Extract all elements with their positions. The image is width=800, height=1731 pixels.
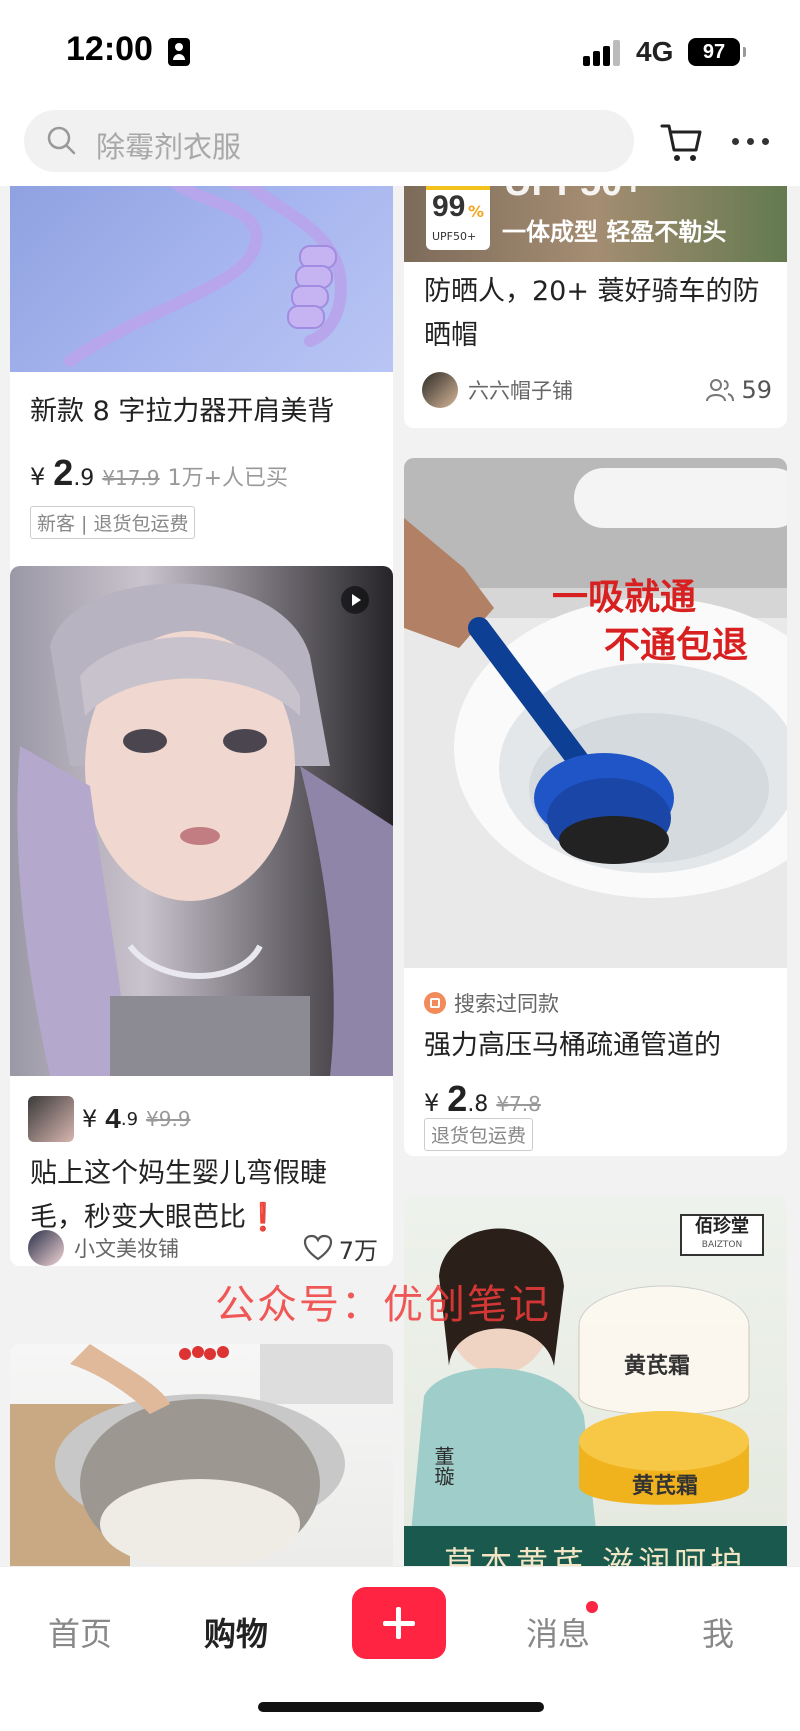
product-title: 防晒人，20+ 蓑好骑车的防晒帽 [424,276,760,351]
price-decimal: .9 [120,1108,139,1130]
brand-name-en: BAIZTON [701,1240,743,1250]
jar-label-bottom: 黄芪霜 [632,1474,699,1499]
product-image [10,186,393,372]
nav-me[interactable]: 我 [702,1609,734,1655]
product-card-cream[interactable]: 佰珍堂 BAIZTON 黄芪霜 黄芪霜 董璇 草本黄芪 滋润呵护 [404,1196,787,1566]
product-thumbnail [28,1096,74,1142]
upf-tag: UPF50+ [432,230,477,243]
promo-tag: 退货包运费 [424,1118,534,1151]
bag-icon [424,992,446,1014]
home-indicator[interactable] [258,1702,544,1712]
bottom-nav: 首页 购物 消息 我 [0,1566,800,1731]
nav-messages[interactable]: 消息 [526,1609,590,1655]
price-integer: 4 [105,1103,121,1134]
nav-home[interactable]: 首页 [48,1609,112,1655]
product-title: 强力高压马桶疏通管道的 [424,1030,721,1061]
original-price: ¥7.8 [496,1092,541,1116]
currency: ¥ [424,1089,440,1117]
status-time: 12:00 [66,30,153,68]
avatar [28,1230,64,1266]
shop-name: 小文美妆铺 [74,1237,179,1261]
price-integer: 2 [53,452,74,493]
search-icon [47,126,76,155]
overlay-line2: 不通包退 [604,625,749,666]
upf-badge: 99 % UPF50+ [426,186,490,250]
banner-headline: UPF50+ [504,186,644,205]
price-row: ¥ 2 .9 ¥17.9 1万+人已买 [30,452,288,494]
shop-row: 六六帽子铺 59 [422,372,772,408]
jar-label-top: 黄芪霜 [624,1354,691,1379]
overlay-line1: 一吸就通 [552,577,697,618]
sold-count: 1万+人已买 [167,466,289,491]
like-count: 7万 [338,1236,378,1265]
network-type: 4G [636,36,674,67]
product-title: 新款 8 字拉力器开肩美背 [30,396,335,427]
product-feed: 新款 8 字拉力器开肩美背 ¥ 2 .9 ¥17.9 1万+人已买 新客 | 退… [0,186,800,1566]
nav-shop[interactable]: 购物 [204,1609,268,1655]
id-card-icon [168,38,190,66]
battery-icon: 97 [688,38,746,66]
banner-bottom-text: 草本黄芪 滋润呵护 [444,1544,747,1566]
heart-icon[interactable] [303,1234,333,1262]
product-image: 一吸就通 不通包退 [404,458,787,968]
status-bar: 12:00 4G 97 [0,0,800,100]
more-icon[interactable] [732,138,772,146]
video-title: 贴上这个妈生婴儿弯假睫毛，秒变大眼芭比❗ [30,1158,327,1233]
product-banner: 99 % UPF50+ UPF50+ 一体成型 轻盈不勒头 [404,186,787,262]
price-integer: 2 [447,1078,468,1119]
banner-subline: 一体成型 轻盈不勒头 [502,218,727,246]
cart-icon[interactable] [660,122,704,164]
watermark: 公众号：优创笔记 [215,1282,551,1328]
promo-tag: 新客 | 退货包运费 [30,506,196,539]
upf-percent: 99 [432,190,466,223]
product-image [10,1344,393,1566]
video-thumbnail [10,566,393,1076]
signal-icon [583,40,623,66]
currency: ¥ [82,1105,98,1133]
price-decimal: .8 [467,1092,489,1117]
search-input[interactable]: 除霉剂衣服 [24,110,634,172]
price-decimal: .9 [73,466,95,491]
avatar [422,372,458,408]
search-hint-row: 搜索过同款 [424,988,559,1018]
shop-row: 小文美妆铺 7万 [28,1230,378,1266]
product-image: 佰珍堂 BAIZTON 黄芪霜 黄芪霜 董璇 草本黄芪 滋润呵护 [404,1196,787,1566]
search-row: 除霉剂衣服 [0,100,800,186]
shop-name: 六六帽子铺 [468,379,573,403]
price-row: ¥ 2 .8 ¥7.8 [424,1078,541,1120]
participant-count: 59 [741,376,772,404]
endorser-signature: 董璇 [431,1446,455,1486]
video-card-eyelashes[interactable]: ¥ 4 .9 ¥9.9 贴上这个妈生婴儿弯假睫毛，秒变大眼芭比❗ 小文美妆铺 7… [10,566,393,1266]
price-row: ¥ 4 .9 ¥9.9 [28,1096,191,1142]
currency: ¥ [30,463,46,491]
product-card-sun-hat[interactable]: 99 % UPF50+ UPF50+ 一体成型 轻盈不勒头 防晒人，20+ 蓑好… [404,186,787,428]
brand-logo: 佰珍堂 BAIZTON [680,1214,764,1256]
upf-percent-unit: % [468,202,485,221]
notification-dot [586,1601,598,1613]
original-price: ¥17.9 [102,466,160,490]
product-card-toilet-plunger[interactable]: 一吸就通 不通包退 搜索过同款 强力高压马桶疏通管道的 ¥ 2 .8 ¥7.8 … [404,458,787,1156]
search-hint: 搜索过同款 [454,992,559,1016]
search-placeholder: 除霉剂衣服 [96,130,242,164]
users-icon [706,379,735,402]
play-icon [341,586,369,614]
create-post-button[interactable] [352,1587,446,1659]
product-card-rice-bowl[interactable] [10,1344,393,1566]
original-price: ¥9.9 [146,1107,191,1131]
brand-name: 佰珍堂 [695,1216,749,1237]
